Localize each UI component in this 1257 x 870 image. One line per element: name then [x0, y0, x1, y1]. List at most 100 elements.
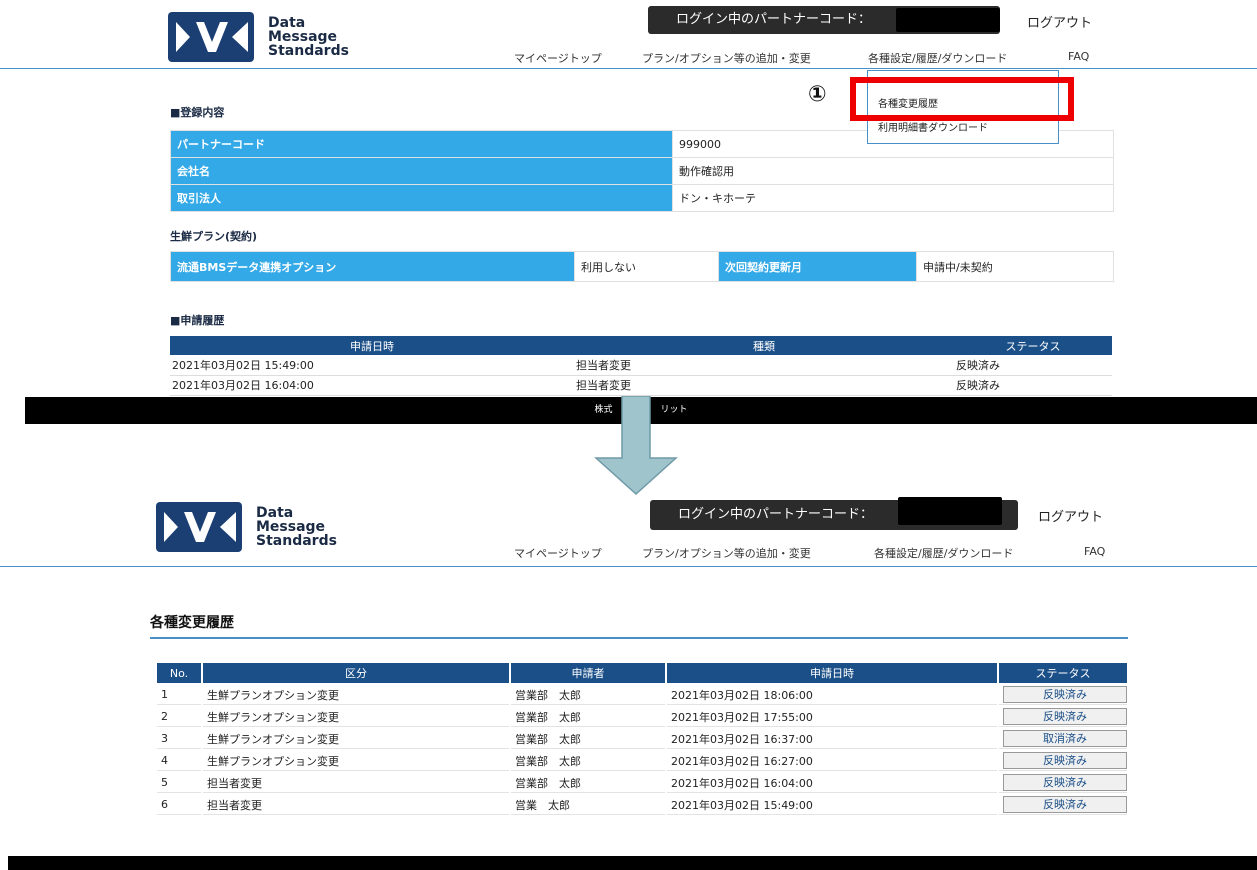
plan-renewal-value: 申請中/未契約: [916, 251, 1114, 282]
cell-applied-at: 2021年03月02日 16:37:00: [667, 729, 997, 749]
cell-category: 生鮮プランオプション変更: [203, 685, 509, 705]
change-history-table: No. 区分 申請者 申請日時 ステータス 1 生鮮プランオプション変更 営業部…: [155, 661, 1129, 817]
cell-no: 6: [157, 795, 201, 815]
nav-faq[interactable]: FAQ: [1084, 545, 1105, 561]
nav-mypage-top[interactable]: マイページトップ: [514, 545, 642, 561]
cell-applied-at: 2021年03月02日 15:49:00: [667, 795, 997, 815]
top-nav: マイページトップ プラン/オプション等の追加・変更 各種設定/履歴/ダウンロード…: [514, 545, 1105, 561]
plan-option-label: 流通BMSデータ連携オプション: [170, 251, 575, 282]
col-category: 区分: [203, 663, 509, 683]
cell-applied-at: 2021年03月02日 15:49:00: [170, 355, 574, 376]
nav-settings-history[interactable]: 各種設定/履歴/ダウンロード: [874, 545, 1084, 561]
cell-kind: 担当者変更: [574, 355, 954, 376]
logout-link[interactable]: ログアウト: [1027, 12, 1092, 31]
applications-heading: ■申請履歴: [170, 314, 225, 327]
cell-category: 担当者変更: [203, 795, 509, 815]
table-row: 2021年03月02日 15:49:00 担当者変更 反映済み: [170, 355, 1112, 376]
registration-heading: ■登録内容: [170, 106, 225, 119]
nav-settings-history[interactable]: 各種設定/履歴/ダウンロード: [868, 50, 1068, 66]
cell-applied-at: 2021年03月02日 16:04:00: [667, 773, 997, 793]
cell-no: 5: [157, 773, 201, 793]
dms-logo[interactable]: Data Message Standards: [156, 502, 337, 552]
cell-status: 反映済み: [999, 751, 1127, 771]
top-nav: マイページトップ プラン/オプション等の追加・変更 各種設定/履歴/ダウンロード…: [514, 50, 1089, 66]
status-button[interactable]: 取消済み: [1003, 730, 1127, 747]
cell-status: 反映済み: [954, 375, 1112, 396]
cell-no: 4: [157, 751, 201, 771]
cell-category: 担当者変更: [203, 773, 509, 793]
dms-logo[interactable]: Data Message Standards: [168, 12, 349, 62]
title-underline: [150, 637, 1128, 639]
status-button[interactable]: 反映済み: [1003, 796, 1127, 813]
col-applied-at: 申請日時: [170, 336, 574, 355]
registration-row: 会社名 動作確認用: [170, 157, 1114, 185]
brand-line3: Standards: [256, 533, 337, 549]
login-partner-label: ログイン中のパートナーコード：: [678, 507, 874, 522]
cell-applied-at: 2021年03月02日 16:04:00: [170, 375, 574, 396]
col-status: ステータス: [954, 336, 1112, 355]
table-row: 1 生鮮プランオプション変更 営業部 太郎 2021年03月02日 18:06:…: [157, 685, 1127, 705]
registration-label: パートナーコード: [170, 130, 673, 158]
table-row: 2021年03月02日 16:04:00 担当者変更 反映済み: [170, 375, 1112, 396]
plan-table: 流通BMSデータ連携オプション 利用しない 次回契約更新月 申請中/未契約: [170, 251, 1114, 282]
col-kind: 種類: [574, 336, 954, 355]
cell-status: 取消済み: [999, 729, 1127, 749]
cell-category: 生鮮プランオプション変更: [203, 707, 509, 727]
plan-option-value: 利用しない: [574, 251, 719, 282]
bottom-footer-bar: [8, 856, 1257, 870]
dms-logo-icon: [168, 12, 254, 62]
header-divider: [0, 68, 1257, 69]
cell-category: 生鮮プランオプション変更: [203, 751, 509, 771]
table-row: 3 生鮮プランオプション変更 営業部 太郎 2021年03月02日 16:37:…: [157, 729, 1127, 749]
brand-line3: Standards: [268, 43, 349, 59]
plan-renewal-label: 次回契約更新月: [718, 251, 917, 282]
cell-applicant: 営業部 太郎: [511, 685, 665, 705]
nav-mypage-top[interactable]: マイページトップ: [514, 50, 642, 66]
registration-label: 取引法人: [170, 184, 673, 212]
registration-value: ドン・キホーテ: [672, 184, 1114, 212]
down-arrow-icon: [594, 396, 678, 496]
cell-applicant: 営業部 太郎: [511, 729, 665, 749]
cell-no: 2: [157, 707, 201, 727]
login-partner-label: ログイン中のパートナーコード：: [676, 12, 872, 27]
registration-row: 取引法人 ドン・キホーテ: [170, 184, 1114, 212]
table-row: 6 担当者変更 営業 太郎 2021年03月02日 15:49:00 反映済み: [157, 795, 1127, 815]
cell-applied-at: 2021年03月02日 18:06:00: [667, 685, 997, 705]
status-button[interactable]: 反映済み: [1003, 686, 1127, 703]
table-row: 5 担当者変更 営業部 太郎 2021年03月02日 16:04:00 反映済み: [157, 773, 1127, 793]
login-partner-code-bar: ログイン中のパートナーコード：: [648, 6, 1000, 34]
status-button[interactable]: 反映済み: [1003, 708, 1127, 725]
cell-kind: 担当者変更: [574, 375, 954, 396]
step-marker: ①: [808, 82, 827, 107]
cell-applicant: 営業部 太郎: [511, 751, 665, 771]
cell-applicant: 営業部 太郎: [511, 773, 665, 793]
history-header-row: No. 区分 申請者 申請日時 ステータス: [157, 663, 1127, 683]
cell-applicant: 営業 太郎: [511, 795, 665, 815]
col-applicant: 申請者: [511, 663, 665, 683]
status-button[interactable]: 反映済み: [1003, 774, 1127, 791]
cell-no: 1: [157, 685, 201, 705]
highlight-box: [850, 77, 1074, 121]
plan-row: 流通BMSデータ連携オプション 利用しない 次回契約更新月 申請中/未契約: [170, 251, 1114, 282]
cell-applied-at: 2021年03月02日 16:27:00: [667, 751, 997, 771]
cell-applied-at: 2021年03月02日 17:55:00: [667, 707, 997, 727]
cell-applicant: 営業部 太郎: [511, 707, 665, 727]
cell-status: 反映済み: [999, 773, 1127, 793]
brand-line2: Message: [256, 519, 326, 535]
nav-plan-change[interactable]: プラン/オプション等の追加・変更: [642, 50, 868, 66]
cell-status: 反映済み: [954, 355, 1112, 376]
cell-category: 生鮮プランオプション変更: [203, 729, 509, 749]
nav-plan-change[interactable]: プラン/オプション等の追加・変更: [642, 545, 874, 561]
login-partner-code-bar: ログイン中のパートナーコード：: [650, 497, 1018, 530]
col-applied-at: 申請日時: [667, 663, 997, 683]
table-row: 2 生鮮プランオプション変更 営業部 太郎 2021年03月02日 17:55:…: [157, 707, 1127, 727]
logout-link[interactable]: ログアウト: [1038, 506, 1103, 525]
cell-status: 反映済み: [999, 685, 1127, 705]
plan-heading: 生鮮プラン(契約): [170, 230, 258, 243]
applications-header-row: 申請日時 種類 ステータス: [170, 336, 1112, 355]
page-title: 各種変更履歴: [150, 615, 234, 631]
col-no: No.: [157, 663, 201, 683]
status-button[interactable]: 反映済み: [1003, 752, 1127, 769]
cell-status: 反映済み: [999, 707, 1127, 727]
nav-faq[interactable]: FAQ: [1068, 50, 1089, 66]
